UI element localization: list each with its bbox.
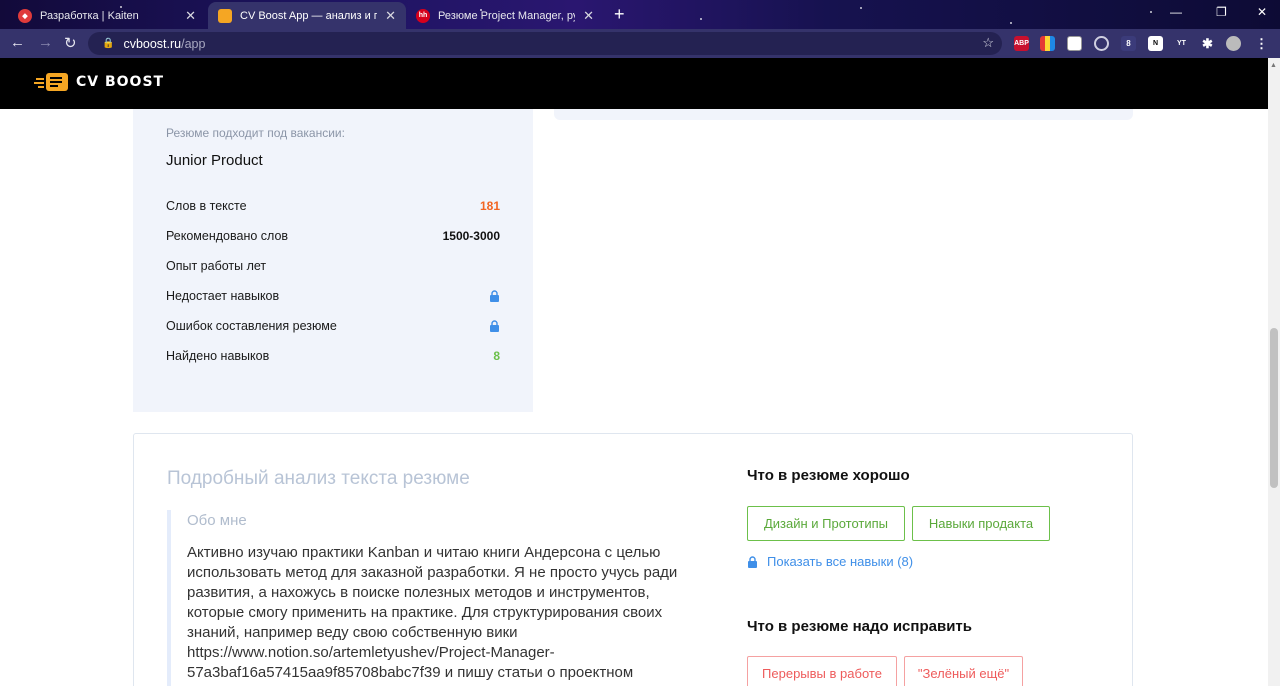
fix-tag-work-gaps[interactable]: Перерывы в работе <box>747 656 897 686</box>
show-all-skills-label: Показать все навыки (8) <box>767 554 914 569</box>
lock-icon[interactable] <box>489 320 500 332</box>
skill-tag-product[interactable]: Навыки продакта <box>912 506 1050 541</box>
forward-icon[interactable]: → <box>38 34 53 51</box>
address-bar[interactable]: 🔒 cvboost.ru/app ☆ <box>88 32 1002 55</box>
close-icon[interactable]: ✕ <box>583 8 594 24</box>
notion-icon[interactable]: N <box>1148 36 1163 51</box>
show-all-skills-link[interactable]: Показать все навыки (8) <box>747 554 913 569</box>
stat-row-missing-skills: Недостает навыков <box>166 287 500 305</box>
fix-tag-green-still[interactable]: "Зелёный ещё" <box>904 656 1023 686</box>
menu-icon[interactable]: ⋮ <box>1254 36 1269 51</box>
extension-circle-icon[interactable] <box>1094 36 1109 51</box>
flag-extension-icon[interactable] <box>1040 36 1055 51</box>
kaiten-icon: ◆ <box>18 8 32 23</box>
adblock-icon[interactable]: ABP <box>1014 36 1029 51</box>
fix-section-title: Что в резюме надо исправить <box>747 618 972 635</box>
stat-value: 1500-3000 <box>442 229 500 243</box>
fits-vacancies-value: Junior Product <box>166 152 263 169</box>
close-icon[interactable]: ✕ <box>385 8 396 24</box>
reload-icon[interactable]: ↻ <box>64 34 77 52</box>
lock-icon: 🔒 <box>102 38 115 49</box>
avatar[interactable] <box>1226 36 1241 51</box>
qr-code-icon[interactable] <box>1067 36 1082 51</box>
quote-bar <box>167 510 171 686</box>
about-line: которые смогу применить на практике. Для… <box>187 604 663 621</box>
close-icon[interactable]: ✕ <box>185 8 196 24</box>
bookmark-star-icon[interactable]: ☆ <box>982 35 994 51</box>
stat-row-word-count: Слов в тексте 181 <box>166 197 500 215</box>
stat-value: 181 <box>479 199 500 213</box>
about-line: знаний, например веду свою собственную в… <box>187 624 518 641</box>
stat-label: Найдено навыков <box>166 349 270 363</box>
tab-kaiten[interactable]: ◆ Разработка | Kaiten ✕ <box>8 2 206 29</box>
about-line: Активно изучаю практики Kanban и читаю к… <box>187 544 661 561</box>
stat-label: Слов в тексте <box>166 199 247 213</box>
cvboost-icon <box>218 8 232 23</box>
scrollbar-thumb[interactable] <box>1270 328 1278 488</box>
yt-extension-icon[interactable]: YT <box>1174 36 1189 51</box>
stat-label: Ошибок составления резюме <box>166 319 337 333</box>
about-me-label: Обо мне <box>187 512 247 529</box>
new-tab-button[interactable]: + <box>614 4 625 25</box>
stat-row-skills-found: Найдено навыков 8 <box>166 347 500 365</box>
stat-label: Рекомендовано слов <box>166 229 289 243</box>
lock-icon <box>748 555 757 568</box>
good-section-title: Что в резюме хорошо <box>747 467 910 484</box>
tab-title: CV Boost App — анализ и повы <box>240 9 378 22</box>
cvboost-logo[interactable]: CV BOOST <box>34 71 164 93</box>
stat-value: 8 <box>493 349 500 363</box>
about-me-text: Активно изучаю практики Kanban и читаю к… <box>187 543 707 683</box>
about-line-link[interactable]: https://www.notion.so/artemletyushev/Pro… <box>187 643 707 663</box>
tab-cvboost[interactable]: CV Boost App — анализ и повы ✕ <box>208 2 406 29</box>
badge-extension-icon[interactable]: 8 <box>1121 36 1136 51</box>
maximize-icon[interactable]: ❐ <box>1216 5 1227 19</box>
logo-text: CV BOOST <box>76 74 165 90</box>
browser-toolbar: ← → ↻ 🔒 cvboost.ru/app ☆ ABP 8 N YT ✱ ⋮ <box>0 29 1280 58</box>
analysis-title: Подробный анализ текста резюме <box>167 468 470 489</box>
tab-hh[interactable]: hh Резюме Project Manager, руков ✕ <box>406 2 604 29</box>
tab-title: Разработка | Kaiten <box>40 9 139 22</box>
fits-vacancies-label: Резюме подходит под вакансии: <box>166 126 345 140</box>
hh-icon: hh <box>416 8 430 23</box>
browser-tab-strip: ◆ Разработка | Kaiten ✕ CV Boost App — а… <box>0 0 1280 29</box>
stat-label: Недостает навыков <box>166 289 280 303</box>
puzzle-icon[interactable]: ✱ <box>1200 36 1215 51</box>
stat-row-experience-years: Опыт работы лет <box>166 257 500 275</box>
right-card-bottom <box>554 109 1133 120</box>
scroll-up-arrow-icon[interactable]: ▲ <box>1270 62 1277 69</box>
url-path: /app <box>181 36 206 51</box>
stat-row-recommended-words: Рекомендовано слов 1500-3000 <box>166 227 500 245</box>
skill-tag-design[interactable]: Дизайн и Прототипы <box>747 506 905 541</box>
close-window-icon[interactable]: ✕ <box>1257 5 1267 19</box>
stat-label: Опыт работы лет <box>166 259 267 273</box>
about-line: развития, а нахожусь в поиске полезных м… <box>187 584 650 601</box>
minimize-icon[interactable]: — <box>1170 5 1182 19</box>
lock-icon[interactable] <box>489 290 500 302</box>
back-icon[interactable]: ← <box>10 34 25 51</box>
site-header: CV BOOST <box>0 58 1268 109</box>
about-line-link: 57a3baf16a57415aa9f85708babc7f39 и пишу … <box>187 664 634 681</box>
about-line: использовать метод для заказной разработ… <box>187 564 678 581</box>
stat-row-resume-errors: Ошибок составления резюме <box>166 317 500 335</box>
tab-title: Резюме Project Manager, руков <box>438 9 575 22</box>
cvboost-logo-icon <box>34 73 68 91</box>
url-host: cvboost.ru <box>123 36 182 51</box>
